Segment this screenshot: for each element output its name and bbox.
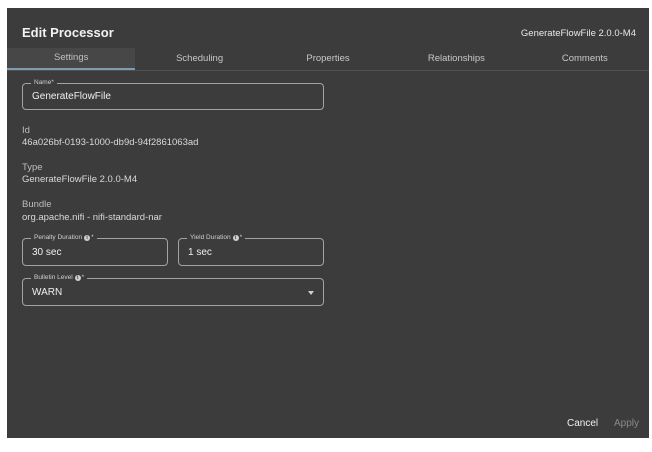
apply-button[interactable]: Apply — [614, 418, 639, 429]
yield-duration-label-text: Yield Duration — [190, 234, 231, 241]
bulletin-level-select[interactable]: Bulletin Level i * WARN — [22, 274, 324, 306]
info-icon[interactable]: i — [84, 234, 91, 241]
id-label: Id — [22, 125, 30, 136]
yield-duration-field[interactable]: Yield Duration i * 1 sec — [178, 234, 324, 266]
required-marker: * — [81, 274, 85, 281]
penalty-duration-field[interactable]: Penalty Duration i * 30 sec — [22, 234, 168, 266]
cancel-button[interactable]: Cancel — [567, 418, 598, 429]
required-marker: * — [239, 234, 243, 241]
tab-comments[interactable]: Comments — [521, 48, 649, 70]
penalty-duration-label-text: Penalty Duration — [34, 234, 83, 241]
name-field-label: Name* — [31, 79, 57, 86]
tab-properties[interactable]: Properties — [264, 48, 392, 70]
required-marker: * — [91, 234, 94, 241]
info-icon[interactable]: i — [232, 234, 239, 241]
tab-bar: Settings Scheduling Properties Relations… — [7, 48, 649, 71]
bulletin-level-value[interactable]: WARN — [32, 287, 62, 298]
bulletin-level-label-text: Bulletin Level — [34, 274, 73, 281]
bundle-label: Bundle — [22, 199, 52, 210]
dialog-subtitle: GenerateFlowFile 2.0.0-M4 — [520, 28, 636, 39]
id-value: 46a026bf-0193-1000-db9d-94f2861063ad — [22, 137, 199, 148]
penalty-duration-value[interactable]: 30 sec — [32, 247, 61, 258]
bundle-value: org.apache.nifi - nifi-standard-nar — [22, 212, 162, 223]
bulletin-level-label: Bulletin Level i * — [31, 274, 88, 281]
type-label: Type — [22, 162, 43, 173]
name-field[interactable]: Name* GenerateFlowFile — [22, 79, 324, 110]
yield-duration-label: Yield Duration i * — [187, 234, 246, 241]
penalty-duration-label: Penalty Duration i * — [31, 234, 97, 241]
name-field-value[interactable]: GenerateFlowFile — [32, 91, 111, 102]
type-value: GenerateFlowFile 2.0.0-M4 — [22, 174, 138, 185]
tab-scheduling[interactable]: Scheduling — [135, 48, 263, 70]
tab-relationships[interactable]: Relationships — [392, 48, 520, 70]
chevron-down-icon[interactable] — [308, 291, 314, 295]
dialog-title: Edit Processor — [22, 25, 114, 40]
yield-duration-value[interactable]: 1 sec — [188, 247, 212, 258]
tab-settings[interactable]: Settings — [7, 48, 136, 70]
edit-processor-dialog: Edit Processor GenerateFlowFile 2.0.0-M4… — [7, 8, 649, 438]
info-icon[interactable]: i — [74, 274, 81, 281]
